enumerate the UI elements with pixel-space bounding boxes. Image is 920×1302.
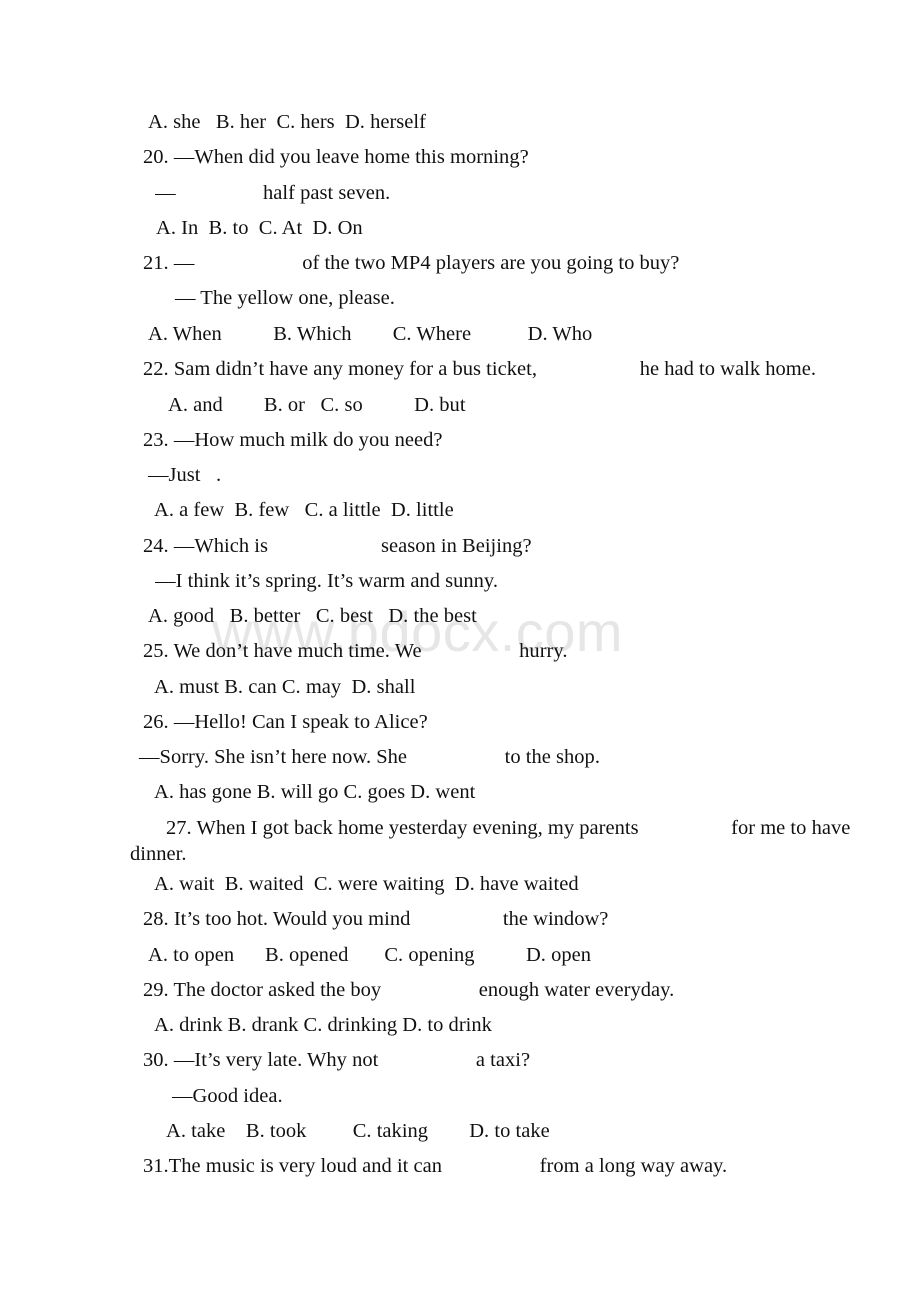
- text-line: — The yellow one, please.: [175, 287, 395, 309]
- line-text-before-blank: 29. The doctor asked the boy: [143, 979, 387, 1001]
- text-line: —Just .: [148, 462, 221, 488]
- text-line: 31.The music is very loud and it can____…: [143, 1153, 727, 1179]
- line-text-after-blank: enough water everyday.: [478, 979, 675, 1001]
- blank-gap: [201, 464, 211, 486]
- answer-blank: _________: [378, 1049, 470, 1071]
- text-line: A. a few B. few C. a little D. little: [150, 499, 454, 521]
- text-line: A. must B. can C. may D. shall: [150, 676, 416, 698]
- text-line: 25. We don’t have much time. We ________…: [143, 638, 567, 664]
- line-text-before-blank: 21. —: [143, 252, 195, 274]
- line-text-after-blank: to the shop.: [504, 746, 600, 768]
- line-text-before-blank: 25. We don’t have much time. We: [143, 640, 427, 662]
- line-text-before-blank: 31.The music is very loud and it can: [143, 1155, 443, 1177]
- line-text-before-blank: —Sorry. She isn’t here now. She: [139, 746, 413, 768]
- line-text-after-blank: a taxi?: [470, 1049, 531, 1071]
- worksheet-text-body: A. she B. her C. hers D. herself 20. —Whe…: [0, 0, 920, 1302]
- text-line: —________ half past seven.: [150, 180, 390, 206]
- text-line: A. and B. or C. so D. but: [168, 394, 466, 416]
- line-text-after-blank: for me to have: [725, 817, 851, 839]
- line-text-after-blank: from a long way away.: [534, 1155, 728, 1177]
- text-line: 20. —When did you leave home this mornin…: [143, 146, 529, 168]
- answer-blank: _________: [442, 1155, 534, 1177]
- text-line: A. wait B. waited C. were waiting D. hav…: [150, 873, 579, 895]
- answer-blank: _________: [386, 979, 478, 1001]
- answer-blank: _________: [427, 640, 519, 662]
- text-line: 28. It’s too hot. Would you mind _______…: [143, 906, 608, 932]
- text-line: A. has gone B. will go C. goes D. went: [150, 781, 476, 803]
- line-text-after-blank: of the two MP4 players are you going to …: [297, 252, 680, 274]
- text-line: 30. —It’s very late. Why not_________ a …: [143, 1047, 530, 1073]
- text-line: 23. —How much milk do you need?: [143, 429, 443, 451]
- text-line: 26. —Hello! Can I speak to Alice?: [143, 711, 428, 733]
- text-line: A. take B. took C. taking D. to take: [166, 1120, 550, 1142]
- answer-blank: __________: [194, 252, 297, 274]
- line-text-before-blank: 22. Sam didn’t have any money for a bus …: [143, 358, 543, 380]
- answer-blank: _________: [412, 746, 504, 768]
- text-line: 29. The doctor asked the boy _________en…: [143, 977, 674, 1003]
- line-text-after-blank: the window?: [497, 908, 609, 930]
- line-text-after-blank: .: [210, 464, 222, 486]
- text-line: —I think it’s spring. It’s warm and sunn…: [150, 570, 499, 592]
- text-line: A. good B. better C. best D. the best: [148, 605, 477, 627]
- line-text-after-blank: half past seven.: [257, 182, 391, 204]
- line-text-before-blank: 27. When I got back home yesterday eveni…: [166, 817, 644, 839]
- line-text-after-blank: season in Beijing?: [375, 535, 532, 557]
- line-text-before-blank: 30. —It’s very late. Why not: [143, 1049, 379, 1071]
- text-line: 27. When I got back home yesterday eveni…: [166, 815, 850, 841]
- answer-blank: ________: [176, 182, 258, 204]
- line-text-before-blank: —: [150, 182, 176, 204]
- answer-blank: _________: [542, 358, 634, 380]
- line-text-after-blank: hurry.: [519, 640, 568, 662]
- text-line: A. she B. her C. hers D. herself: [148, 111, 426, 133]
- line-text-before-blank: 24. —Which is: [143, 535, 274, 557]
- text-line: 24. —Which is __________ season in Beiji…: [143, 533, 532, 559]
- text-line: —Good idea.: [172, 1085, 283, 1107]
- text-line: 22. Sam didn’t have any money for a bus …: [143, 356, 816, 382]
- text-line: A. When B. Which C. Where D. Who: [148, 323, 593, 345]
- line-text-after-blank: he had to walk home.: [634, 358, 817, 380]
- answer-blank: __________: [273, 535, 376, 557]
- text-line: —Sorry. She isn’t here now. She ________…: [139, 744, 600, 770]
- text-line: A. to open B. opened C. opening D. open: [148, 944, 592, 966]
- answer-blank: ________: [416, 908, 498, 930]
- text-line: A. In B. to C. At D. On: [152, 217, 363, 239]
- text-line: A. drink B. drank C. drinking D. to drin…: [150, 1014, 492, 1036]
- text-line: dinner.: [130, 843, 187, 865]
- line-text-before-blank: 28. It’s too hot. Would you mind: [143, 908, 416, 930]
- text-line: 21. —__________ of the two MP4 players a…: [143, 250, 679, 276]
- line-text-before-blank: —Just: [148, 464, 201, 486]
- answer-blank: ________: [644, 817, 726, 839]
